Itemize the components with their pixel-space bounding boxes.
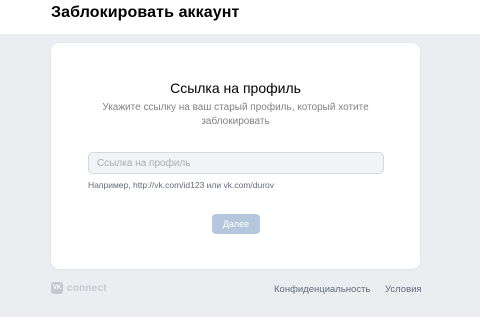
vk-logo-icon: VK: [51, 282, 63, 294]
terms-link[interactable]: Условия: [385, 284, 422, 295]
input-hint: Например, http://vk.com/id123 или vk.com…: [88, 180, 275, 190]
page-title: Заблокировать аккаунт: [51, 4, 240, 21]
privacy-link[interactable]: Конфиденциальность: [274, 284, 370, 295]
vk-connect-brand: VK connect: [51, 282, 107, 294]
profile-link-input[interactable]: [88, 152, 384, 174]
block-account-card: Ссылка на профиль Укажите ссылку на ваш …: [51, 43, 420, 269]
top-bar: Заблокировать аккаунт: [0, 0, 480, 34]
card-subtitle: Укажите ссылку на ваш старый профиль, ко…: [102, 102, 369, 127]
next-button[interactable]: Далее: [212, 214, 260, 234]
card-title: Ссылка на профиль: [170, 80, 301, 96]
connect-brand-text: connect: [67, 282, 107, 294]
